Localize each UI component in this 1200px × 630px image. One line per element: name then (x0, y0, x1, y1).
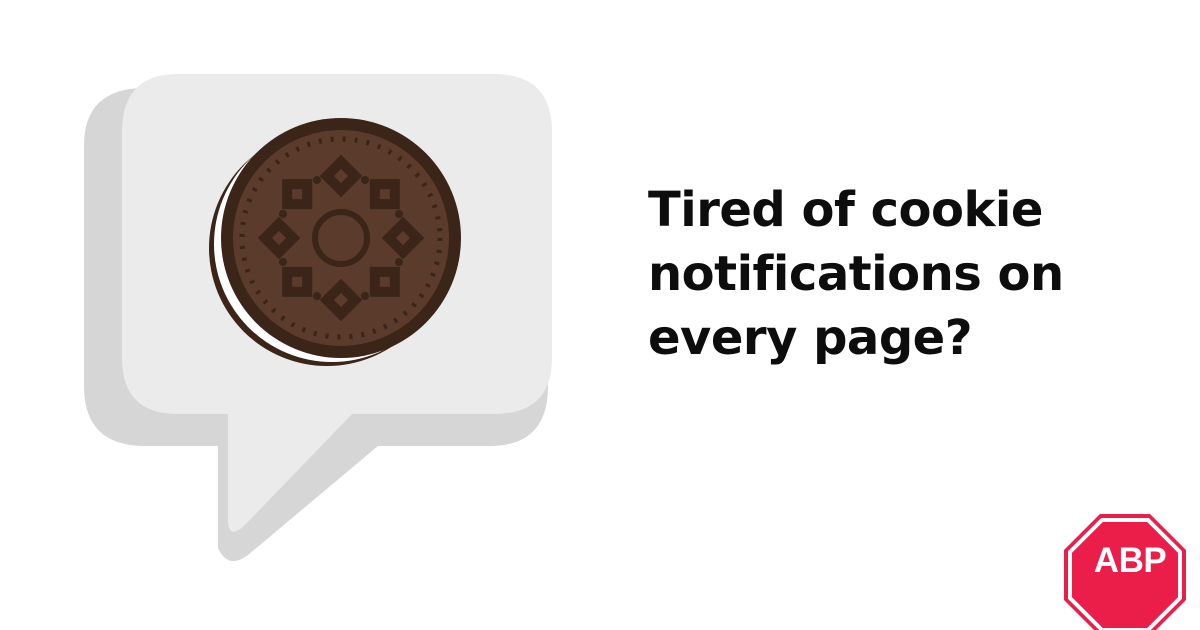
headline-line-1: Tired of cookie (648, 182, 1043, 238)
headline-line-2: notifications on (648, 246, 1064, 302)
headline-line-3: every page? (648, 310, 973, 366)
headline: Tired of cookie notifications on every p… (648, 178, 1064, 370)
abp-logo-text: ABP (1093, 541, 1167, 580)
